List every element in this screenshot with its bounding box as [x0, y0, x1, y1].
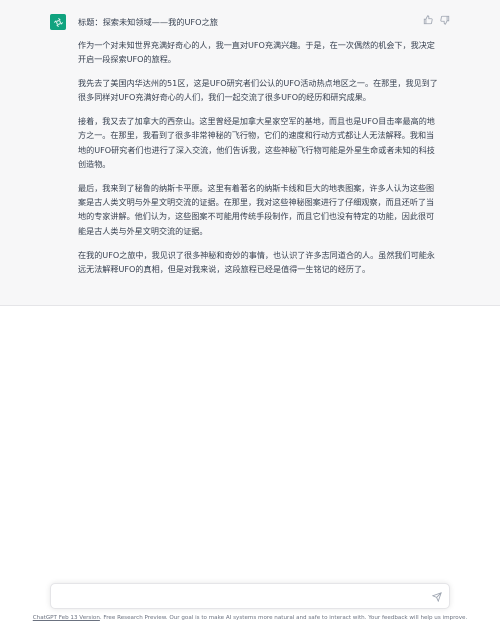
- footer-text: . Free Research Preview. Our goal is to …: [99, 615, 468, 621]
- paragraph: 接着，我又去了加拿大的西奈山。这里曾经是加拿大星家空军的基地，而且也是UFO目击…: [78, 116, 435, 170]
- version-link[interactable]: ChatGPT Feb 13 Version: [33, 615, 100, 621]
- feedback-buttons: [422, 14, 450, 25]
- assistant-message: 标题：探索未知领域——我的UFO之旅 作为一个对未知世界充满好奇心的人，我一直对…: [0, 0, 500, 306]
- footer-disclaimer: ChatGPT Feb 13 Version. Free Research Pr…: [0, 614, 500, 622]
- paragraph: 作为一个对未知世界充满好奇心的人，我一直对UFO充满兴趣。于是，在一次偶然的机会…: [78, 40, 435, 65]
- message-title: 标题：探索未知领域——我的UFO之旅: [78, 17, 218, 27]
- thumbs-down-icon[interactable]: [439, 14, 450, 25]
- openai-logo-icon: [50, 14, 66, 30]
- paragraph: 在我的UFO之旅中，我见识了很多神秘和奇妙的事情，也认识了许多志同道合的人。虽然…: [78, 249, 435, 274]
- message-input[interactable]: [61, 589, 421, 603]
- paper-plane-icon[interactable]: [430, 590, 443, 603]
- composer: [50, 583, 450, 609]
- message-body: 作为一个对未知世界充满好奇心的人，我一直对UFO充满兴趣。于是，在一次偶然的机会…: [78, 38, 438, 286]
- paragraph: 最后，我来到了秘鲁的纳斯卡平原。这里有着著名的纳斯卡线和巨大的地表图案，许多人认…: [78, 182, 435, 236]
- thumbs-up-icon[interactable]: [422, 14, 433, 25]
- paragraph: 我先去了美国内华达州的51区，这是UFO研究者们公认的UFO活动热点地区之一。在…: [78, 78, 438, 103]
